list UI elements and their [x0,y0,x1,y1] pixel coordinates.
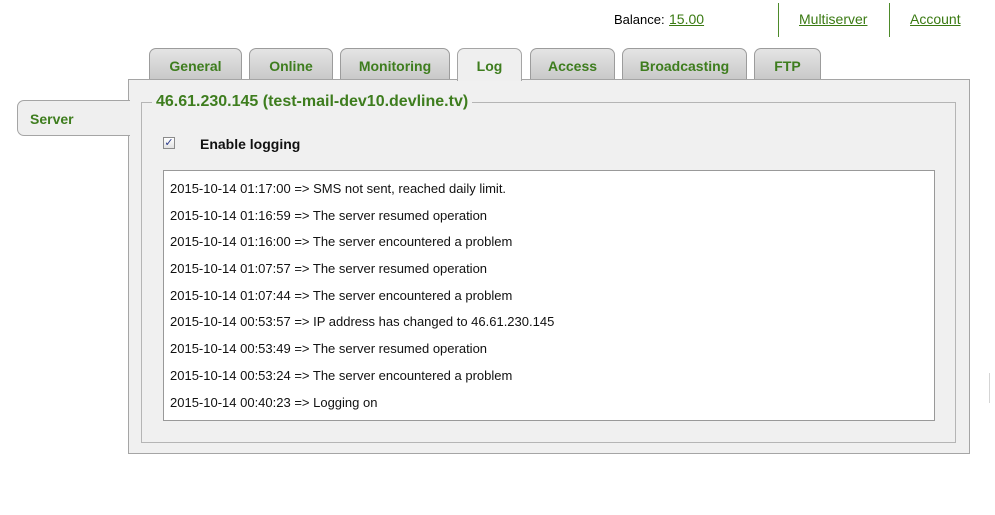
sidebar-item-server[interactable]: Server [17,100,130,136]
tab-log[interactable]: Log [457,48,522,81]
tab-monitoring[interactable]: Monitoring [340,48,450,79]
log-entry: 2015-10-14 00:40:23 => Logging on [170,394,378,410]
log-entry: 2015-10-14 01:17:00 => SMS not sent, rea… [170,181,507,196]
balance-value-link[interactable]: 15.00 [669,11,704,27]
balance-label: Balance: [614,12,665,27]
log-entry: 2015-10-14 01:07:44 => The server encoun… [170,287,513,303]
account-link[interactable]: Account [910,11,961,27]
log-entry: 2015-10-14 00:53:24 => The server encoun… [170,367,513,383]
log-entry: 2015-10-14 01:07:57 => The server resume… [170,261,488,277]
log-entry: 2015-10-14 00:53:57 => IP address has ch… [170,314,555,330]
header-separator [778,3,779,37]
multiserver-link[interactable]: Multiserver [799,11,867,27]
log-list[interactable]: 2015-10-14 01:17:00 => SMS not sent, rea… [163,170,935,421]
tab-ftp[interactable]: FTP [754,48,821,79]
log-entry: 2015-10-14 00:53:49 => The server resume… [170,341,488,357]
tab-online[interactable]: Online [249,48,333,79]
checkmark-icon: ✓ [164,137,174,149]
tab-access[interactable]: Access [530,48,615,79]
log-entry: 2015-10-14 01:16:59 => The server resume… [170,207,488,223]
page-scrollbar[interactable] [989,373,995,403]
log-panel: 46.61.230.145 (test-mail-dev10.devline.t… [128,79,970,454]
enable-logging-checkbox[interactable]: ✓ [163,137,175,149]
tab-broadcasting[interactable]: Broadcasting [622,48,747,79]
server-title: 46.61.230.145 (test-mail-dev10.devline.t… [156,93,469,110]
header-separator [889,3,890,37]
enable-logging-label: Enable logging [200,136,301,152]
tab-general[interactable]: General [149,48,242,79]
log-entry: 2015-10-14 01:16:00 => The server encoun… [170,234,513,250]
